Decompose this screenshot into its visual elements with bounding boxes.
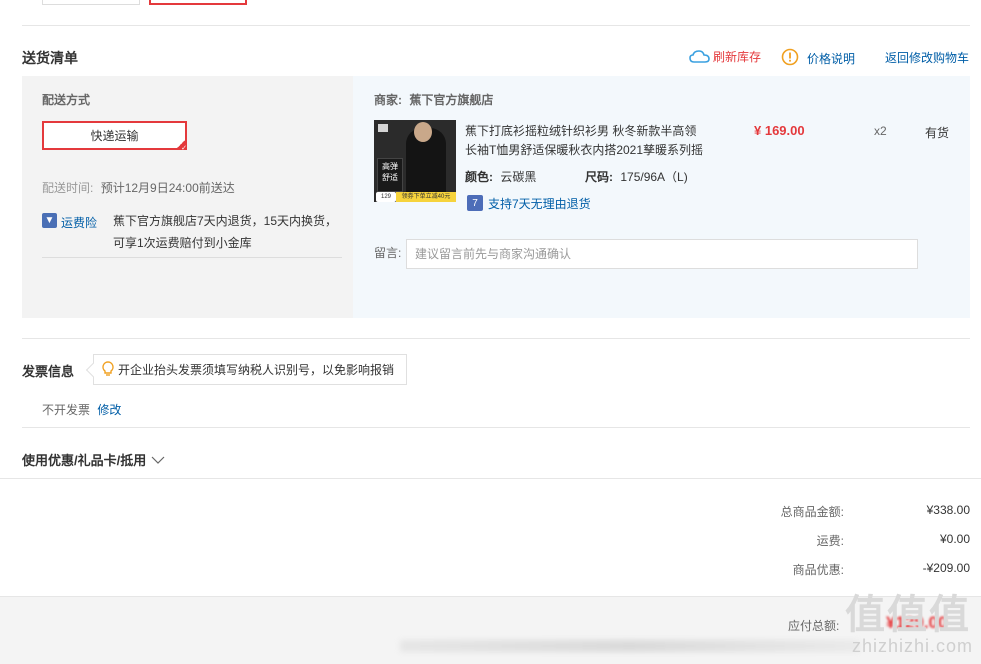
total-value: ¥338.00 bbox=[926, 503, 970, 517]
shipping-value: ¥0.00 bbox=[939, 532, 970, 546]
product-image[interactable]: 高弹 舒适 129 领券下单立减40元 bbox=[374, 120, 456, 202]
insurance-text-line1: 蕉下官方旗舰店7天内退货，15天内换货， bbox=[113, 214, 338, 228]
refresh-stock-label: 刷新库存 bbox=[713, 50, 762, 64]
product-tag: 高弹 舒适 bbox=[377, 158, 403, 192]
divider bbox=[42, 257, 342, 258]
invoice-tip: 开企业抬头发票须填写纳税人识别号，以免影响报销 bbox=[85, 354, 407, 385]
divider bbox=[22, 338, 970, 339]
image-promo-banner: 领券下单立减40元 bbox=[396, 192, 456, 202]
product-tag-line1: 高弹 bbox=[382, 162, 398, 171]
refresh-stock-link[interactable]: 刷新库存 bbox=[689, 48, 761, 65]
cloud-refresh-icon bbox=[689, 49, 710, 63]
shield-icon: ▼ bbox=[42, 213, 57, 228]
insurance-link[interactable]: 运费险 bbox=[61, 214, 97, 231]
image-price-badge: 129 bbox=[376, 192, 396, 202]
invoice-status-text: 不开发票 bbox=[42, 403, 91, 417]
coupon-title: 使用优惠/礼品卡/抵用 bbox=[22, 453, 147, 468]
delivery-method-label: 配送方式 bbox=[42, 93, 91, 107]
merchant-label: 商家: bbox=[374, 93, 402, 107]
chevron-down-icon bbox=[151, 456, 165, 464]
message-label: 留言: bbox=[374, 246, 402, 260]
seven-day-return-icon: 7 bbox=[467, 195, 483, 211]
divider bbox=[22, 25, 970, 26]
top-option-box-selected[interactable] bbox=[149, 0, 247, 5]
price-info-label: 价格说明 bbox=[807, 51, 856, 66]
blurred-address bbox=[400, 640, 860, 652]
delivery-time-label: 配送时间: bbox=[42, 181, 94, 195]
summary-shipping-row: 运费: ¥0.00 bbox=[724, 532, 970, 549]
product-title[interactable]: 蕉下打底衫摇粒绒针织衫男 秋冬新款半高领 长袖T恤男舒适保暖秋衣内搭2021孳暖… bbox=[465, 122, 703, 160]
delivery-time: 配送时间: 预计12月9日24:00前送达 bbox=[42, 179, 235, 196]
tip-arrow bbox=[85, 362, 101, 378]
info-circle-icon bbox=[781, 48, 799, 66]
product-color: 颜色: 云碳黑 bbox=[465, 168, 536, 185]
summary-discount-row: 商品优惠: -¥209.00 bbox=[724, 561, 970, 578]
model-head bbox=[414, 122, 432, 142]
product-stock: 有货 bbox=[925, 126, 950, 140]
invoice-title: 发票信息 bbox=[22, 364, 75, 379]
payable-label: 应付总额: bbox=[788, 619, 840, 633]
selected-check-icon bbox=[175, 138, 187, 152]
total-label: 总商品金额: bbox=[780, 505, 844, 519]
divider bbox=[22, 427, 970, 428]
invoice-tip-text: 开企业抬头发票须填写纳税人识别号，以免影响报销 bbox=[118, 363, 395, 377]
invoice-edit-link[interactable]: 修改 bbox=[97, 403, 121, 417]
product-quantity: x2 bbox=[874, 124, 887, 138]
invoice-status: 不开发票 修改 bbox=[42, 401, 121, 418]
color-value: 云碳黑 bbox=[500, 170, 537, 184]
product-title-line2: 长袖T恤男舒适保暖秋衣内搭2021孳暖系列摇 bbox=[465, 143, 704, 157]
color-label: 颜色: bbox=[465, 170, 493, 184]
return-policy-link[interactable]: 支持7天无理由退货 bbox=[488, 195, 591, 212]
delivery-title: 送货清单 bbox=[22, 50, 78, 66]
message-input[interactable] bbox=[406, 239, 918, 269]
product-price: ¥ 169.00 bbox=[754, 123, 805, 138]
watermark-url: zhizhizhi.com bbox=[851, 636, 973, 656]
back-to-cart-link[interactable]: 返回修改购物车 bbox=[885, 49, 969, 66]
delivery-method-value: 快递运输 bbox=[90, 129, 139, 143]
delivery-method-option[interactable]: 快递运输 bbox=[42, 121, 187, 152]
price-info-link[interactable]: 价格说明 bbox=[781, 48, 855, 66]
watermark-logo: 值值值 bbox=[845, 593, 971, 637]
discount-value: -¥209.00 bbox=[922, 561, 970, 575]
product-size: 尺码: 175/96A（L) bbox=[585, 168, 688, 185]
divider bbox=[0, 478, 981, 479]
insurance-text-line2: 可享1次运费赔付到小金库 bbox=[113, 236, 252, 250]
shipping-label: 运费: bbox=[816, 534, 844, 548]
size-label: 尺码: bbox=[585, 170, 613, 184]
size-value: 175/96A（L) bbox=[620, 170, 688, 184]
product-title-line1: 蕉下打底衫摇粒绒针织衫男 秋冬新款半高领 bbox=[465, 124, 697, 138]
lightbulb-icon bbox=[102, 360, 114, 379]
merchant-name: 蕉下官方旗舰店 bbox=[409, 93, 494, 107]
summary-total-row: 总商品金额: ¥338.00 bbox=[724, 503, 970, 520]
top-option-box[interactable] bbox=[42, 0, 140, 5]
delivery-time-value: 预计12月9日24:00前送达 bbox=[100, 181, 235, 195]
discount-label: 商品优惠: bbox=[792, 563, 844, 577]
brand-logo bbox=[378, 124, 388, 132]
merchant: 商家: 蕉下官方旗舰店 bbox=[374, 91, 493, 108]
product-tag-line2: 舒适 bbox=[382, 173, 398, 182]
coupon-toggle[interactable]: 使用优惠/礼品卡/抵用 bbox=[22, 450, 165, 469]
